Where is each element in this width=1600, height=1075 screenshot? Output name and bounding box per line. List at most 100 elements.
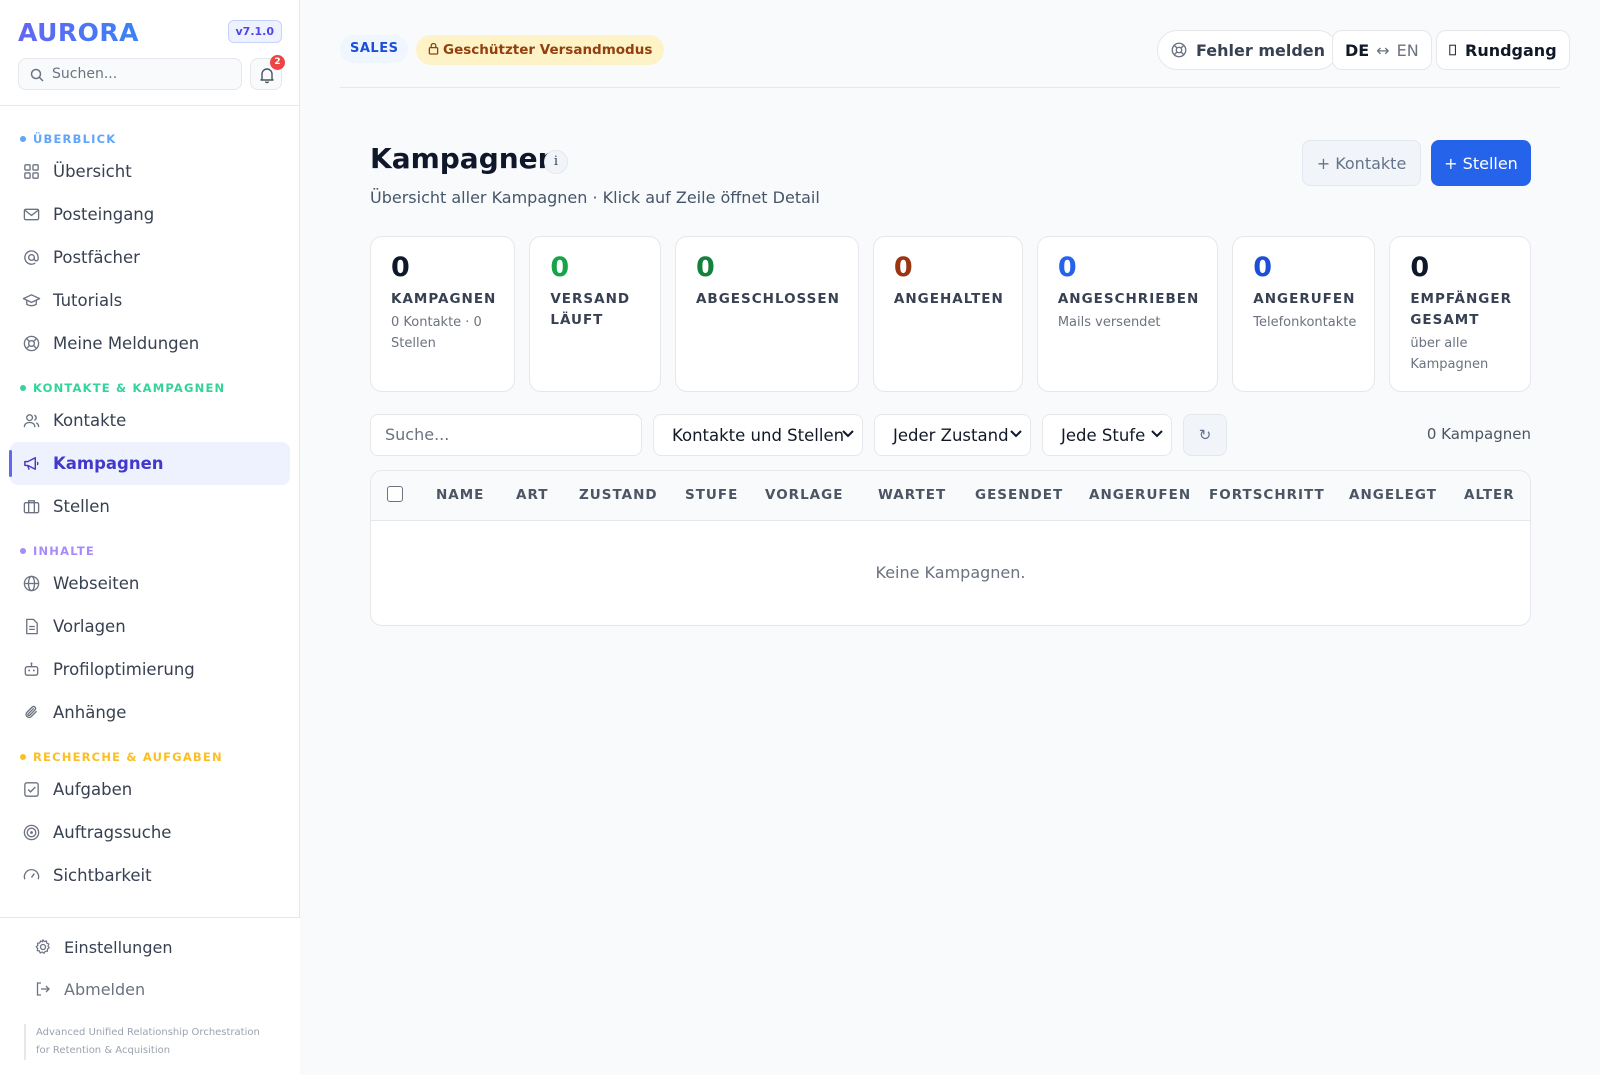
column-header-zustand[interactable]: ZUSTAND: [579, 487, 658, 503]
sidebar-item-vorlagen[interactable]: Vorlagen: [10, 605, 290, 648]
sidebar-item-label: Profiloptimierung: [53, 660, 195, 679]
sidebar-item-label: Aufgaben: [53, 780, 133, 799]
sidebar-item-label: Übersicht: [53, 162, 132, 181]
grid-icon: [24, 164, 39, 179]
sidebar-item-postfaecher[interactable]: Postfächer: [10, 236, 290, 279]
section-dot: [20, 136, 26, 142]
stat-sub: über alle Kampagnen: [1410, 336, 1489, 372]
sidebar-search-input[interactable]: Suchen...: [18, 58, 242, 90]
stat-value: 0: [893, 252, 913, 283]
column-header-wartet[interactable]: WARTET: [878, 487, 946, 503]
campaigns-table: NAME ART ZUSTAND STUFE VORLAGE WARTET GE…: [370, 470, 1531, 626]
sidebar-footer: Einstellungen Abmelden Advanced Unified …: [0, 917, 300, 1075]
brand-row: AURORA v7.1.0: [18, 18, 282, 48]
sidebar-search-placeholder: Suchen...: [52, 66, 118, 82]
refresh-button[interactable]: ↻: [1183, 414, 1227, 456]
column-header-angelegt[interactable]: ANGELEGT: [1349, 487, 1437, 503]
stat-label: ABGESCHLOSSEN: [695, 291, 840, 307]
filter-bar: Suche... Kontakte und Stellen Jeder Zust…: [370, 414, 1531, 456]
stat-card-empfaenger-gesamt: 0 EMPFÄNGER GESAMT über alle Kampagnen: [1389, 236, 1531, 392]
report-bug-label: Fehler melden: [1196, 40, 1326, 60]
stat-label: EMPFÄNGER GESAMT: [1410, 291, 1512, 328]
sidebar-item-anhaenge[interactable]: Anhänge: [10, 691, 290, 734]
column-header-vorlage[interactable]: VORLAGE: [765, 487, 843, 503]
sidebar-item-kampagnen[interactable]: Kampagnen: [9, 442, 290, 485]
section-contacts-campaigns: KONTAKTE & KAMPAGNEN: [0, 365, 300, 399]
stat-sub: Mails versendet: [1057, 315, 1161, 330]
stat-value: 0: [391, 252, 410, 283]
sales-pill: SALES: [340, 35, 409, 63]
add-contacts-button[interactable]: + Kontakte: [1302, 140, 1421, 186]
section-overview: ÜBERBLICK: [0, 116, 300, 150]
sidebar-item-label: Tutorials: [53, 291, 123, 310]
brand-logo[interactable]: AURORA: [18, 18, 139, 47]
language-toggle[interactable]: DE ↔ EN: [1332, 30, 1432, 70]
logout-link[interactable]: Abmelden: [24, 968, 290, 1010]
logout-icon: [36, 982, 50, 996]
column-header-stufe[interactable]: STUFE: [685, 487, 738, 503]
sidebar-item-label: Kampagnen: [53, 454, 164, 473]
sidebar-item-label: Kontakte: [53, 411, 127, 430]
table-header: NAME ART ZUSTAND STUFE VORLAGE WARTET GE…: [371, 471, 1530, 521]
users-icon: [23, 414, 40, 428]
add-jobs-button[interactable]: + Stellen: [1431, 140, 1531, 186]
sidebar-item-meine-meldungen[interactable]: Meine Meldungen: [10, 322, 290, 365]
sidebar-item-kontakte[interactable]: Kontakte: [10, 399, 290, 442]
select-all-checkbox[interactable]: [387, 486, 403, 502]
sidebar-item-posteingang[interactable]: Posteingang: [10, 193, 290, 236]
sidebar-item-webseiten[interactable]: Webseiten: [10, 562, 290, 605]
briefcase-icon: [23, 500, 40, 514]
brand-tagline: Advanced Unified Relationship Orchestrat…: [24, 1024, 274, 1060]
column-header-name[interactable]: NAME: [436, 487, 484, 503]
stat-label: ANGEHALTEN: [893, 291, 1004, 307]
notifications-button[interactable]: 2: [250, 55, 285, 90]
graduation-cap-icon: [22, 294, 41, 307]
settings-label: Einstellungen: [64, 937, 173, 957]
sidebar-item-label: Stellen: [53, 497, 110, 516]
state-select[interactable]: Jeder Zustand: [874, 414, 1031, 456]
column-header-art[interactable]: ART: [516, 487, 548, 503]
logout-label: Abmelden: [64, 979, 146, 999]
sidebar-item-label: Meine Meldungen: [53, 334, 200, 353]
paperclip-icon: [25, 705, 37, 719]
stat-label: ANGESCHRIEBEN: [1057, 291, 1200, 307]
globe-icon: [23, 575, 40, 592]
stat-card-kampagnen: 0 KAMPAGNEN 0 Kontakte · 0 Stellen: [370, 236, 516, 392]
sidebar-item-aufgaben[interactable]: Aufgaben: [10, 768, 290, 811]
divider: [0, 105, 300, 106]
type-select[interactable]: Kontakte und Stellen: [653, 414, 863, 456]
stat-card-abgeschlossen: 0 ABGESCHLOSSEN: [674, 236, 859, 392]
lang-en: EN: [1396, 40, 1419, 60]
sidebar-item-stellen[interactable]: Stellen: [10, 485, 290, 528]
sidebar-item-uebersicht[interactable]: Übersicht: [10, 150, 290, 193]
sidebar-item-sichtbarkeit[interactable]: Sichtbarkeit: [10, 854, 290, 897]
section-content: INHALTE: [0, 528, 300, 562]
section-label: ÜBERBLICK: [33, 132, 117, 146]
info-icon[interactable]: i: [544, 150, 568, 174]
sidebar-item-profiloptimierung[interactable]: Profiloptimierung: [10, 648, 290, 691]
column-header-angerufen[interactable]: ANGERUFEN: [1089, 487, 1191, 503]
version-badge: v7.1.0: [227, 20, 282, 43]
column-header-alter[interactable]: ALTER: [1464, 487, 1515, 503]
column-header-gesendet[interactable]: GESENDET: [975, 487, 1063, 503]
settings-link[interactable]: Einstellungen: [24, 926, 290, 968]
stat-label: VERSAND LÄUFT: [550, 291, 631, 328]
lock-icon: [428, 42, 439, 55]
page-subtitle: Übersicht aller Kampagnen · Klick auf Ze…: [370, 188, 820, 207]
sidebar-item-auftragssuche[interactable]: Auftragssuche: [10, 811, 290, 854]
type-select-value: Kontakte und Stellen: [672, 425, 845, 445]
stage-select[interactable]: Jede Stufe: [1042, 414, 1172, 456]
stat-label: ANGERUFEN: [1253, 291, 1356, 307]
sidebar-item-label: Auftragssuche: [53, 823, 172, 842]
sidebar-item-tutorials[interactable]: Tutorials: [10, 279, 290, 322]
campaign-search-input[interactable]: Suche...: [370, 414, 642, 456]
megaphone-icon: [24, 457, 39, 470]
report-bug-button[interactable]: Fehler melden: [1157, 30, 1339, 70]
stat-value: 0: [1410, 252, 1430, 283]
notification-badge: 2: [270, 55, 285, 70]
empty-state: Keine Kampagnen.: [875, 563, 1026, 582]
state-select-value: Jeder Zustand: [893, 425, 1009, 445]
column-header-fortschritt[interactable]: FORTSCHRITT: [1209, 487, 1325, 503]
tour-button[interactable]: Rundgang: [1436, 30, 1570, 70]
stat-value: 0: [695, 252, 715, 283]
